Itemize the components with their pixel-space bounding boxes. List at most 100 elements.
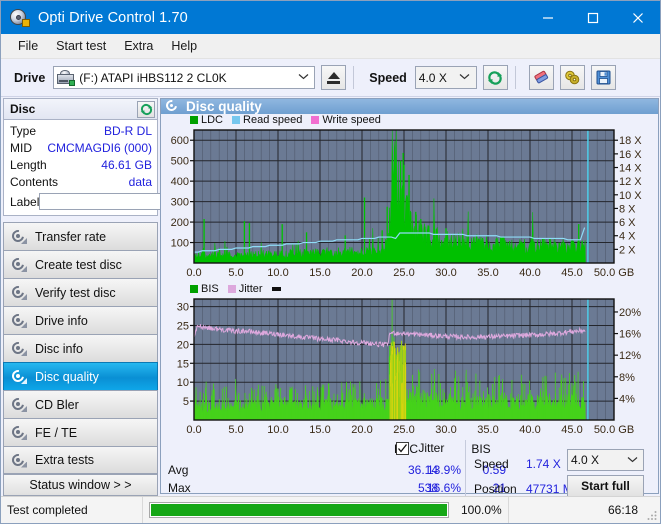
stats-jitter-avg: 13.9% (426, 463, 461, 477)
chevron-down-icon (456, 72, 474, 83)
menu-item-extra[interactable]: Extra (115, 36, 162, 56)
disc-refresh-button[interactable] (137, 100, 155, 118)
sidebar-item-label: CD Bler (35, 397, 79, 412)
stats-row-label-max: Max (168, 481, 191, 495)
refresh-icon (488, 70, 503, 85)
main-panel-header: Disc quality (161, 97, 658, 114)
svg-text:2 X: 2 X (619, 244, 636, 256)
speed-select[interactable]: 4.0 X (414, 66, 477, 89)
menu-item-start-test[interactable]: Start test (47, 36, 115, 56)
disc-row-key: MID (10, 141, 32, 155)
disc-test-icon (9, 451, 27, 468)
jitter-checkbox-wrap[interactable]: Jitter (396, 441, 444, 455)
svg-text:15: 15 (177, 358, 189, 370)
stats-header-bis: BIS (471, 442, 491, 456)
svg-text:35.0: 35.0 (477, 424, 498, 436)
disc-test-icon (9, 227, 27, 245)
sidebar-item-label: Verify test disc (35, 285, 116, 300)
toolbar-divider-2 (514, 66, 516, 89)
close-icon[interactable] (615, 1, 660, 34)
minimize-icon[interactable] (525, 1, 570, 34)
resize-grip[interactable] (646, 509, 658, 521)
sidebar-item-cd-bler[interactable]: CD Bler (3, 390, 158, 418)
test-speed-select[interactable]: 4.0 X (567, 449, 644, 471)
toolbar-divider-1 (353, 66, 355, 89)
elapsed-time: 66:18 (607, 503, 638, 517)
svg-text:25.0: 25.0 (393, 267, 414, 279)
sidebar-item-verify-test-disc[interactable]: Verify test disc (3, 278, 158, 306)
sidebar-item-disc-quality[interactable]: Disc quality (3, 362, 158, 390)
svg-text:30.0: 30.0 (435, 424, 456, 436)
main-panel: Disc quality LDC Read speed Write speed (160, 97, 659, 522)
svg-text:600: 600 (171, 135, 189, 147)
gold-disc-icon (564, 70, 580, 85)
legend-item-write-speed: Write speed (311, 114, 381, 126)
svg-text:50.0 GB: 50.0 GB (594, 267, 634, 279)
test-speed-value: 4.0 X (571, 453, 600, 467)
tools-button[interactable] (559, 65, 585, 90)
disc-row-type: Type BD-R DL (10, 123, 152, 139)
svg-text:10 X: 10 X (619, 190, 642, 202)
jitter-checkbox[interactable] (396, 442, 409, 455)
chart-disc-quality-top: 100 200 300 400 500 600 2 X4 X 6 X 8 X 10 X 12 X 14… (161, 126, 658, 281)
sidebar-item-extra-tests[interactable]: Extra tests (3, 446, 158, 474)
disc-row-key: Length (10, 158, 47, 172)
svg-text:15.0: 15.0 (309, 267, 330, 279)
refresh-icon (140, 103, 152, 115)
drive-select[interactable]: (F:) ATAPI iHBS112 2 CL0K (53, 66, 316, 89)
legend-label: LDC (201, 114, 224, 126)
disc-info-panel: Disc Type BD-R DL MID CMCMAGDI6 (000) Le… (3, 98, 241, 216)
legend-swatch-write-speed (311, 116, 320, 124)
eject-icon (327, 71, 341, 84)
disc-info-rows: Type BD-R DL MID CMCMAGDI6 (000) Length … (4, 120, 241, 215)
save-button[interactable] (590, 65, 616, 90)
svg-text:40.0: 40.0 (519, 424, 540, 436)
legend-label: Jitter (238, 283, 263, 295)
sidebar-item-label: Drive info (35, 313, 88, 328)
svg-text:45.0: 45.0 (561, 424, 582, 436)
status-window-button[interactable]: Status window > > (3, 474, 158, 496)
svg-text:10.0: 10.0 (267, 267, 288, 279)
app-disc-icon (10, 8, 30, 27)
status-bar: Test completed 100.0% 66:18 (1, 496, 660, 523)
legend-swatch-bis (190, 285, 198, 293)
disc-row-key: Contents (10, 175, 59, 189)
svg-text:12 X: 12 X (619, 176, 642, 188)
disc-label-row: Label (10, 192, 241, 211)
sidebar-item-disc-info[interactable]: Disc info (3, 334, 158, 362)
svg-text:8%: 8% (619, 372, 635, 384)
refresh-button[interactable] (482, 65, 508, 90)
legend-label: Write speed (322, 114, 381, 126)
legend-item-read-speed: Read speed (232, 114, 302, 126)
sidebar-item-fe-te[interactable]: FE / TE (3, 418, 158, 446)
sidebar-item-create-test-disc[interactable]: Create test disc (3, 250, 158, 278)
svg-text:25: 25 (177, 320, 189, 332)
sidebar-item-drive-info[interactable]: Drive info (3, 306, 158, 334)
svg-text:12%: 12% (619, 350, 641, 362)
erase-button[interactable] (528, 65, 554, 90)
app-window: Opti Drive Control 1.70 File Start test … (0, 0, 661, 524)
disc-row-value: data (128, 175, 152, 189)
stats-panel: LDC BIS Avg Max Total 36.14 538 27603915… (161, 438, 658, 522)
disc-label-key: Label (10, 194, 40, 209)
svg-text:10.0: 10.0 (267, 424, 288, 436)
menu-item-file[interactable]: File (9, 36, 47, 56)
chart-disc-quality-bottom: 5 10 15 20 25 30 4% 8% 12% 16% 20% 0.0 5.0 10.0 15.0 20… (161, 295, 658, 438)
svg-text:40.0: 40.0 (519, 267, 540, 279)
status-window-wrap: Status window > > (3, 474, 158, 498)
svg-text:20%: 20% (619, 307, 641, 319)
svg-text:20.0: 20.0 (351, 424, 372, 436)
svg-text:20: 20 (177, 339, 189, 351)
maximize-icon[interactable] (570, 1, 615, 34)
sidebar-item-label: Disc info (35, 341, 83, 356)
disc-quality-icon (163, 97, 180, 114)
menu-item-help[interactable]: Help (162, 36, 206, 56)
jitter-label: Jitter (418, 441, 445, 455)
legend-swatch-jitter (227, 285, 236, 293)
sidebar-item-transfer-rate[interactable]: Transfer rate (3, 222, 158, 250)
eject-button[interactable] (321, 65, 347, 90)
svg-text:20.0: 20.0 (351, 267, 372, 279)
start-full-button[interactable]: Start full (567, 475, 644, 497)
svg-text:5.0: 5.0 (228, 267, 243, 279)
disc-row-value: BD-R DL (103, 124, 152, 138)
